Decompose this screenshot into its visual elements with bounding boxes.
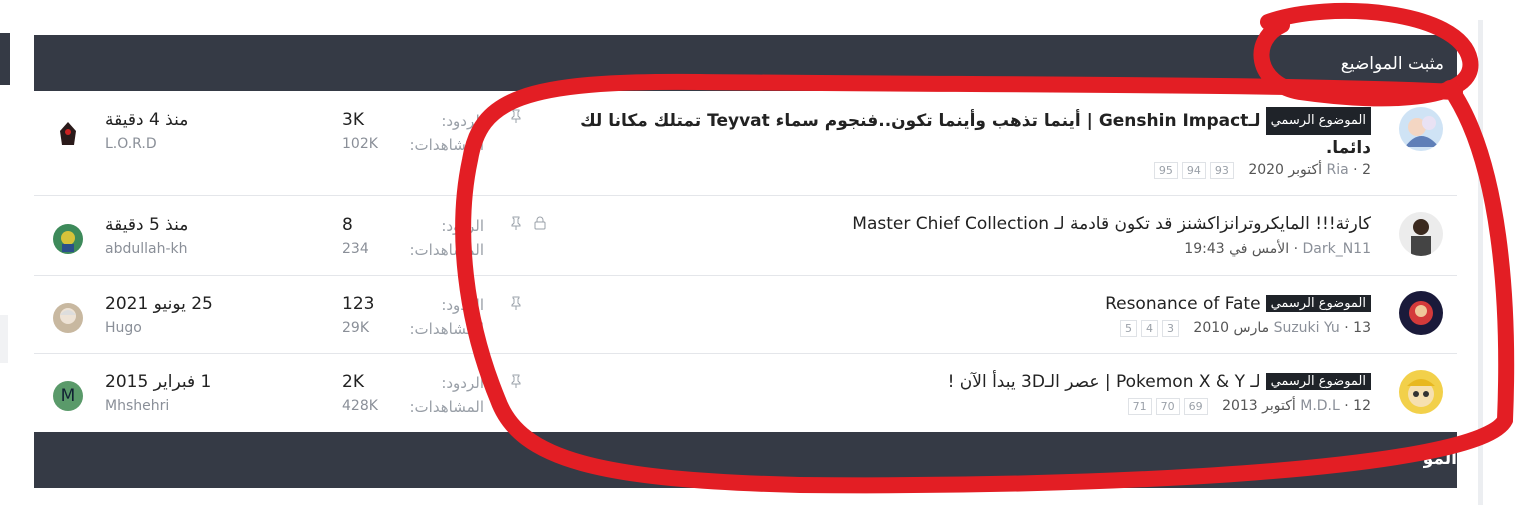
thread-title[interactable]: الموضوع الرسميلـGenshin Impact | أينما ت… (541, 107, 1371, 161)
left-panel-edge-faint (0, 315, 8, 363)
page-link[interactable]: 95 (1153, 162, 1178, 179)
next-section-title[interactable]: المو (1423, 449, 1457, 469)
replies-count: 3K (342, 110, 364, 130)
page-link[interactable]: 93 (1209, 162, 1234, 179)
next-section-header: المو (34, 432, 1457, 488)
last-post-user[interactable]: Hugo (105, 320, 142, 336)
thread-author[interactable]: Ria (1327, 162, 1349, 178)
pin-icon (511, 296, 521, 310)
replies-label: الردود: (441, 374, 484, 392)
thread-title[interactable]: كارثة!!! المايكروترانزاكشنز قد تكون قادم… (852, 214, 1371, 234)
last-poster-avatar[interactable] (53, 303, 83, 333)
thread-row: الموضوع الرسميلـ Pokemon X & Y | عصر الـ… (34, 354, 1457, 432)
last-post-time[interactable]: 1 فبراير 2015 (105, 372, 245, 392)
author-avatar[interactable] (1399, 291, 1443, 335)
replies-label: الردود: (441, 296, 484, 314)
page-link[interactable]: 71 (1127, 398, 1152, 415)
last-poster-avatar[interactable]: M (53, 381, 83, 411)
views-label: المشاهدات: (409, 241, 485, 259)
thread-title[interactable]: الموضوع الرسميلـ Pokemon X & Y | عصر الـ… (948, 372, 1371, 392)
replies-count: 2K (342, 372, 364, 392)
last-post-user[interactable]: L.O.R.D (105, 136, 157, 152)
page-jump: 697071 (1124, 398, 1208, 415)
official-badge: الموضوع الرسمي (1265, 107, 1371, 135)
replies-count: 123 (342, 294, 375, 314)
page-link[interactable]: 94 (1181, 162, 1206, 179)
last-poster-avatar[interactable] (53, 224, 83, 254)
left-panel-edge (0, 33, 10, 85)
thread-title-text[interactable]: كارثة!!! المايكروترانزاكشنز قد تكون قادم… (852, 214, 1371, 234)
page-link[interactable]: 4 (1140, 320, 1158, 337)
page-link[interactable]: 5 (1119, 320, 1137, 337)
views-count: 428K (342, 398, 378, 414)
views-count: 102K (342, 136, 378, 152)
thread-author[interactable]: M.D.L (1300, 398, 1340, 414)
official-badge: الموضوع الرسمي (1265, 295, 1371, 312)
views-label: المشاهدات: (409, 398, 485, 416)
page-link[interactable]: 3 (1161, 320, 1179, 337)
page-jump: 939495 (1150, 162, 1234, 179)
last-poster-avatar[interactable] (53, 119, 83, 149)
thread-meta: Ria · 2 أكتوبر 2020 939495 (1150, 162, 1371, 179)
thread-meta: M.D.L · 12 أكتوبر 2013 697071 (1124, 398, 1371, 415)
replies-label: الردود: (441, 217, 484, 235)
thread-row: كارثة!!! المايكروترانزاكشنز قد تكون قادم… (34, 196, 1457, 276)
page-link[interactable]: 70 (1155, 398, 1180, 415)
last-post-user[interactable]: abdullah-kh (105, 241, 188, 257)
thread-title[interactable]: الموضوع الرسميResonance of Fate (1105, 294, 1371, 314)
author-avatar[interactable] (1399, 107, 1443, 151)
views-count: 234 (342, 241, 369, 257)
thread-status-icons (509, 216, 547, 234)
thread-date[interactable]: 12 أكتوبر 2013 (1222, 398, 1371, 414)
thread-date[interactable]: 2 أكتوبر 2020 (1248, 162, 1371, 178)
thread-status-icons (509, 109, 523, 127)
views-label: المشاهدات: (409, 136, 485, 154)
thread-meta: Dark_N11 · الأمس في 19:43 (1184, 241, 1371, 257)
pin-icon (511, 216, 521, 230)
last-post-time[interactable]: 25 يونيو 2021 (105, 294, 245, 314)
scrollbar-rail[interactable] (1478, 20, 1483, 505)
page-jump: 345 (1116, 320, 1179, 337)
last-post-time[interactable]: منذ 4 دقيقة (105, 110, 245, 130)
thread-row: الموضوع الرسميلـGenshin Impact | أينما ت… (34, 91, 1457, 196)
author-avatar[interactable] (1399, 212, 1443, 256)
section-title[interactable]: مثبت المواضيع (1341, 54, 1444, 74)
thread-title-text[interactable]: Resonance of Fate (1105, 294, 1261, 314)
pin-icon (511, 374, 521, 388)
thread-author[interactable]: Suzuki Yu (1274, 320, 1340, 336)
page-link[interactable]: 69 (1183, 398, 1208, 415)
thread-title-text[interactable]: لـGenshin Impact | أينما تذهب وأينما تكو… (580, 111, 1371, 158)
views-label: المشاهدات: (409, 320, 485, 338)
thread-meta: Suzuki Yu · 13 مارس 2010 345 (1116, 320, 1371, 337)
lock-icon (534, 216, 546, 230)
thread-date[interactable]: الأمس في 19:43 (1184, 241, 1289, 257)
thread-status-icons (509, 296, 523, 314)
replies-count: 8 (342, 215, 353, 235)
thread-author[interactable]: Dark_N11 (1302, 241, 1371, 257)
thread-title-text[interactable]: لـ Pokemon X & Y | عصر الـ3D يبدأ الآن ! (948, 372, 1261, 392)
views-count: 29K (342, 320, 369, 336)
last-post-time[interactable]: منذ 5 دقيقة (105, 215, 245, 235)
pin-icon (511, 109, 521, 123)
thread-status-icons (509, 374, 523, 392)
sticky-threads-panel: مثبت المواضيع الموضوع الرسميلـGenshin Im… (34, 35, 1457, 488)
section-header: مثبت المواضيع (34, 35, 1457, 91)
last-post-user[interactable]: Mhshehri (105, 398, 169, 414)
thread-row: الموضوع الرسميResonance of Fate Suzuki Y… (34, 276, 1457, 354)
author-avatar[interactable] (1399, 370, 1443, 414)
replies-label: الردود: (441, 112, 484, 130)
official-badge: الموضوع الرسمي (1265, 373, 1371, 390)
avatar-letter: M (60, 386, 76, 406)
